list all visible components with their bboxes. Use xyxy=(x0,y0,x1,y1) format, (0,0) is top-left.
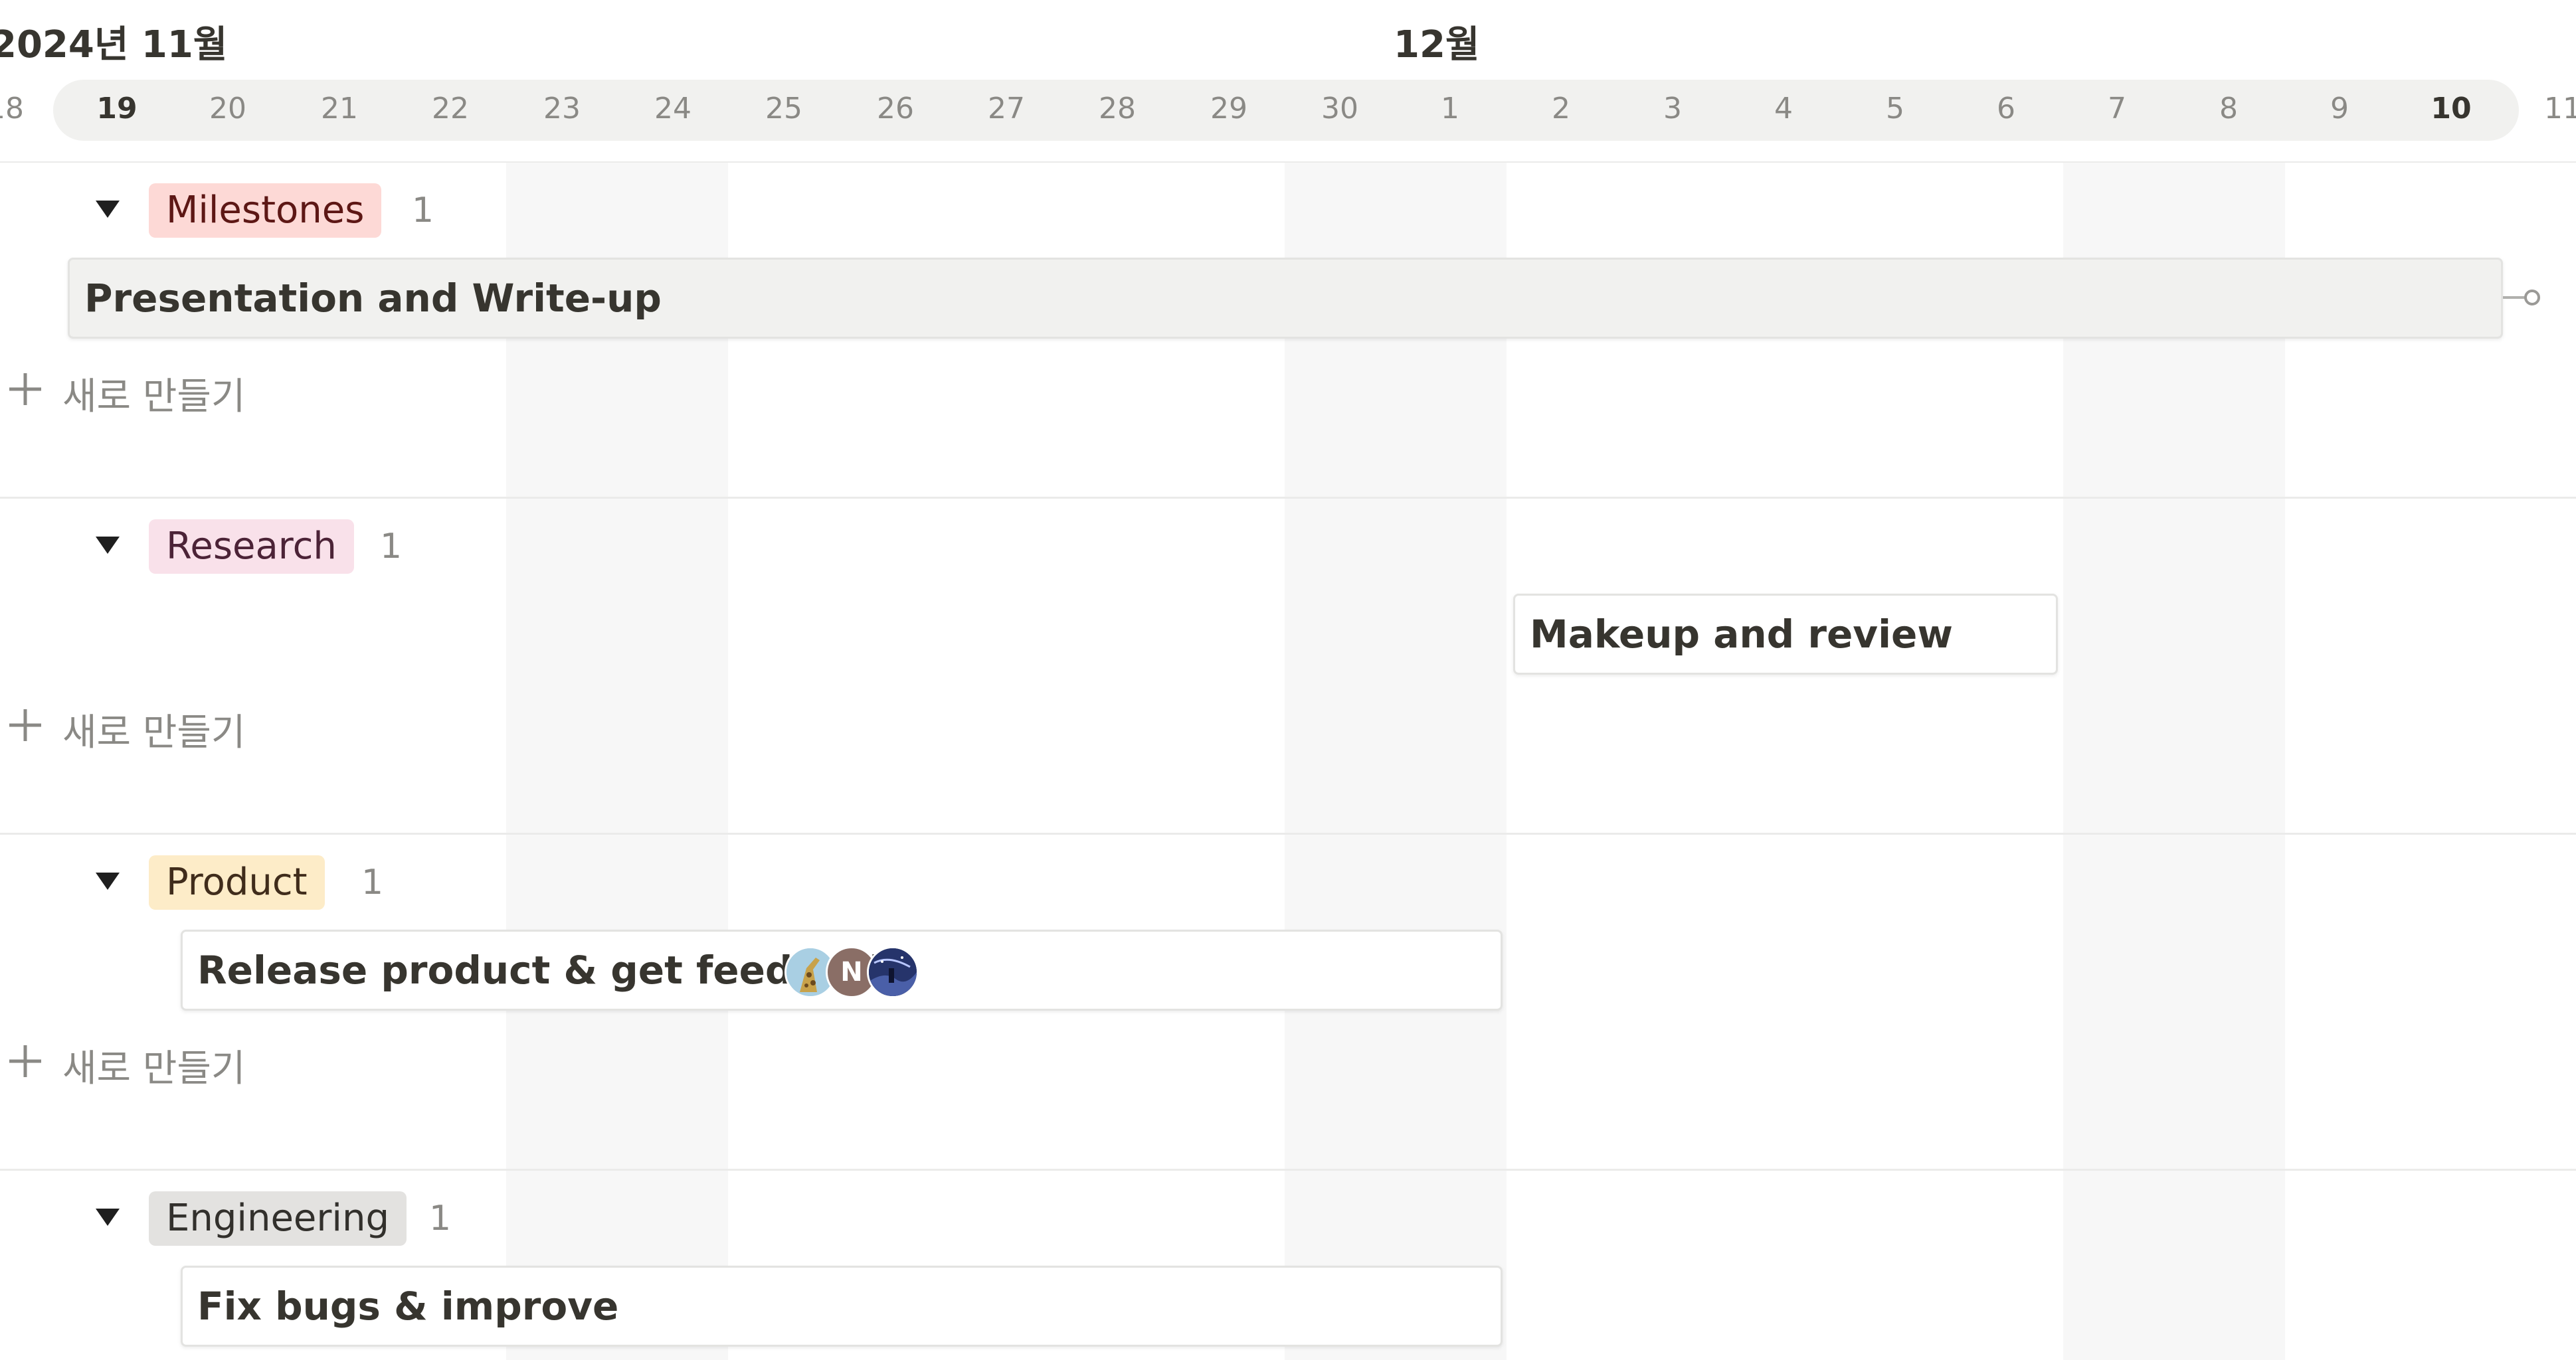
day-label: 6 xyxy=(1997,92,2015,126)
group-tag-engineering: Engineering xyxy=(149,1191,407,1246)
day-label: 19 xyxy=(96,92,138,126)
day-label: 24 xyxy=(654,92,691,126)
group-divider xyxy=(0,833,2576,835)
task-card-release-product[interactable]: Release product & get feedback N xyxy=(181,930,1503,1011)
day-label: 30 xyxy=(1321,92,1358,126)
group-count: 1 xyxy=(412,191,434,230)
day-label: 21 xyxy=(321,92,358,126)
day-label: 26 xyxy=(877,92,914,126)
group-tag-research: Research xyxy=(149,519,354,574)
plus-icon xyxy=(9,709,41,741)
day-label: 23 xyxy=(543,92,581,126)
weekend-column xyxy=(506,163,728,1360)
day-label: 27 xyxy=(988,92,1025,126)
header-divider xyxy=(0,161,2576,163)
task-card-makeup-review[interactable]: Makeup and review xyxy=(1513,594,2058,675)
dependency-handle-icon[interactable] xyxy=(2503,284,2543,311)
collapse-toggle-icon[interactable] xyxy=(93,531,122,560)
month-label-december: 12월 xyxy=(1394,23,1480,66)
day-label: 20 xyxy=(209,92,246,126)
new-item-label: 새로 만들기 xyxy=(62,711,246,754)
weekend-column xyxy=(2063,163,2285,1360)
day-label: 5 xyxy=(1886,92,1904,126)
day-label: 7 xyxy=(2108,92,2126,126)
day-label: 29 xyxy=(1210,92,1247,126)
group-count: 1 xyxy=(380,527,403,566)
day-label: 18 xyxy=(0,92,24,126)
collapse-toggle-icon[interactable] xyxy=(93,1203,122,1232)
day-label: 11 xyxy=(2544,92,2576,126)
task-title: Fix bugs & improve xyxy=(197,1284,619,1329)
month-label-november: 2024년 11월 xyxy=(0,23,228,66)
day-label: 9 xyxy=(2330,92,2349,126)
group-count: 1 xyxy=(361,863,384,902)
plus-icon xyxy=(9,1045,41,1077)
day-label: 8 xyxy=(2219,92,2238,126)
group-divider xyxy=(0,1169,2576,1171)
task-title: Makeup and review xyxy=(1530,612,1953,657)
day-label: 28 xyxy=(1099,92,1136,126)
day-label: 2 xyxy=(1552,92,1570,126)
task-card-presentation[interactable]: Presentation and Write-up xyxy=(68,258,2503,339)
day-label: 1 xyxy=(1441,92,1459,126)
group-tag-milestones: Milestones xyxy=(149,183,382,238)
collapse-toggle-icon[interactable] xyxy=(93,195,122,224)
group-divider xyxy=(0,497,2576,499)
collapse-toggle-icon[interactable] xyxy=(93,867,122,896)
task-title: Presentation and Write-up xyxy=(84,276,662,321)
task-card-fix-bugs[interactable]: Fix bugs & improve xyxy=(181,1266,1503,1347)
day-label: 22 xyxy=(432,92,469,126)
new-item-label: 새로 만들기 xyxy=(62,375,246,418)
day-label: 25 xyxy=(765,92,802,126)
weekend-column xyxy=(1285,163,1507,1360)
timeline-view: 2024년 11월 12월 18 19 20 21 22 23 24 25 26… xyxy=(0,0,2576,1360)
day-label: 3 xyxy=(1663,92,1682,126)
group-count: 1 xyxy=(429,1199,452,1238)
group-tag-product: Product xyxy=(149,855,325,910)
day-label: 4 xyxy=(1774,92,1793,126)
day-label-today: 10 xyxy=(2431,92,2472,126)
new-item-label: 새로 만들기 xyxy=(62,1047,246,1090)
plus-icon xyxy=(9,373,41,405)
night-sky-avatar[interactable] xyxy=(867,946,919,998)
